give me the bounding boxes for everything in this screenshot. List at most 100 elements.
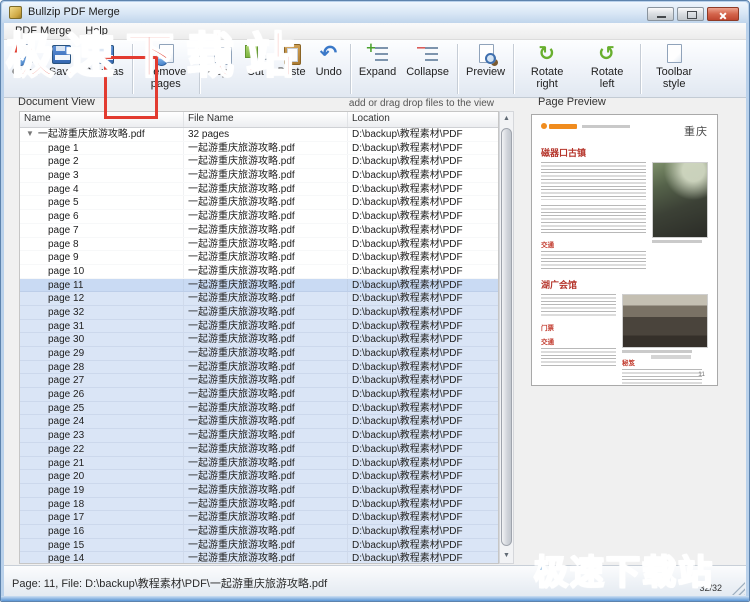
menu-item-pdf-merge[interactable]: PDF Merge — [8, 24, 78, 38]
menu-bar: PDF MergeHelp — [4, 23, 746, 40]
rotate-left-button[interactable]: Rotate left — [577, 42, 637, 91]
table-row[interactable]: page 29一起游重庆旅游攻略.pdfD:\backup\教程素材\PDF — [20, 347, 498, 361]
toolbar-separator — [457, 44, 458, 94]
scrollbar-thumb[interactable] — [501, 128, 512, 546]
column-header-name[interactable]: Name — [20, 112, 184, 127]
column-header-file-name[interactable]: File Name — [184, 112, 348, 127]
table-row[interactable]: page 9一起游重庆旅游攻略.pdfD:\backup\教程素材\PDF — [20, 251, 498, 265]
pdf-photo-caption — [622, 350, 692, 353]
remove-pages-button[interactable]: Remove pages — [136, 42, 196, 91]
table-row[interactable]: page 14一起游重庆旅游攻略.pdfD:\backup\教程素材\PDF — [20, 552, 498, 564]
save-as-button[interactable]: Save as — [79, 42, 129, 79]
maximize-icon — [687, 11, 697, 19]
paste-icon — [280, 43, 304, 66]
toolbar-button-label: Preview — [466, 67, 505, 79]
document-table: Name File Name Location ▼一起游重庆旅游攻略.pdf32… — [19, 111, 499, 564]
pdf-paragraph — [541, 162, 646, 200]
drag-drop-hint: add or drag drop files to the view — [244, 98, 494, 109]
table-row[interactable]: page 20一起游重庆旅游攻略.pdfD:\backup\教程素材\PDF — [20, 470, 498, 484]
cut-button[interactable]: Cut — [238, 42, 272, 79]
table-row[interactable]: page 30一起游重庆旅游攻略.pdfD:\backup\教程素材\PDF — [20, 333, 498, 347]
table-row[interactable]: page 18一起游重庆旅游攻略.pdfD:\backup\教程素材\PDF — [20, 498, 498, 512]
maximize-button[interactable] — [677, 7, 704, 21]
collapse-button[interactable]: Collapse — [401, 42, 454, 79]
table-row[interactable]: page 4一起游重庆旅游攻略.pdfD:\backup\教程素材\PDF — [20, 183, 498, 197]
collapse-arrow-icon[interactable]: ▼ — [26, 128, 34, 140]
minimize-button[interactable] — [647, 7, 674, 21]
save-icon — [49, 43, 73, 66]
table-row[interactable]: page 11一起游重庆旅游攻略.pdfD:\backup\教程素材\PDF — [20, 279, 498, 293]
table-header: Name File Name Location — [20, 112, 498, 128]
pdf-photo-caption — [652, 240, 702, 243]
window-title: Bullzip PDF Merge — [28, 6, 120, 18]
title-bar[interactable]: Bullzip PDF Merge — [2, 2, 748, 23]
toolbar-button-label: Collapse — [406, 67, 449, 79]
toolbar-button-label: Rotate left — [582, 67, 632, 91]
scroll-up-arrow-icon[interactable]: ▲ — [500, 112, 513, 126]
close-button[interactable] — [707, 7, 739, 21]
pdf-paragraph — [541, 294, 616, 318]
table-row[interactable]: page 6一起游重庆旅游攻略.pdfD:\backup\教程素材\PDF — [20, 210, 498, 224]
toolbar-separator — [132, 44, 133, 94]
table-row[interactable]: page 16一起游重庆旅游攻略.pdfD:\backup\教程素材\PDF — [20, 525, 498, 539]
table-row[interactable]: page 2一起游重庆旅游攻略.pdfD:\backup\教程素材\PDF — [20, 155, 498, 169]
table-row[interactable]: page 12一起游重庆旅游攻略.pdfD:\backup\教程素材\PDF — [20, 292, 498, 306]
save-button[interactable]: Save — [44, 42, 79, 79]
table-row[interactable]: page 24一起游重庆旅游攻略.pdfD:\backup\教程素材\PDF — [20, 415, 498, 429]
toolbar-style-button[interactable]: Toolbar style — [644, 42, 704, 91]
menu-item-help[interactable]: Help — [78, 24, 115, 38]
table-row[interactable]: page 23一起游重庆旅游攻略.pdfD:\backup\教程素材\PDF — [20, 429, 498, 443]
table-row[interactable]: page 10一起游重庆旅游攻略.pdfD:\backup\教程素材\PDF — [20, 265, 498, 279]
pdf-photo-ciqikou — [652, 162, 708, 238]
table-row[interactable]: page 25一起游重庆旅游攻略.pdfD:\backup\教程素材\PDF — [20, 402, 498, 416]
page-preview: 重庆 磁器口古镇 交通 湖广会馆 门票 — [531, 114, 718, 386]
table-row[interactable]: page 3一起游重庆旅游攻略.pdfD:\backup\教程素材\PDF — [20, 169, 498, 183]
preview-button[interactable]: Preview — [461, 42, 510, 79]
window-frame: Bullzip PDF Merge PDF MergeHelp OpenSave… — [0, 0, 750, 602]
table-row[interactable]: page 5一起游重庆旅游攻略.pdfD:\backup\教程素材\PDF — [20, 196, 498, 210]
pdf-brand-logo — [541, 123, 630, 129]
toolbar-button-label: Expand — [359, 67, 396, 79]
toolbar-button-label: Save as — [84, 67, 124, 79]
page-preview-label: Page Preview — [538, 96, 606, 108]
app-icon — [9, 6, 22, 19]
resize-grip[interactable] — [732, 582, 745, 595]
toolbar-button-label: Toolbar style — [649, 67, 699, 91]
table-row[interactable]: page 22一起游重庆旅游攻略.pdfD:\backup\教程素材\PDF — [20, 443, 498, 457]
open-button[interactable]: Open — [7, 42, 44, 79]
pdf-photo-huguang — [622, 294, 708, 348]
document-view-label: Document View — [18, 96, 95, 108]
toolbar-button-label: Remove pages — [141, 67, 191, 91]
open-icon — [13, 43, 37, 66]
pdf-region-title: 重庆 — [684, 123, 708, 139]
table-row[interactable]: page 15一起游重庆旅游攻略.pdfD:\backup\教程素材\PDF — [20, 539, 498, 553]
rotate-right-button[interactable]: Rotate right — [517, 42, 577, 91]
table-row[interactable]: page 21一起游重庆旅游攻略.pdfD:\backup\教程素材\PDF — [20, 457, 498, 471]
toolbar: OpenSave Save as Remove pages CopyCutPasteU… — [4, 40, 746, 98]
undo-button[interactable]: Undo — [311, 42, 347, 79]
table-row[interactable]: page 31一起游重庆旅游攻略.pdfD:\backup\教程素材\PDF — [20, 320, 498, 334]
expand-button[interactable]: Expand — [354, 42, 401, 79]
table-row[interactable]: page 32一起游重庆旅游攻略.pdfD:\backup\教程素材\PDF — [20, 306, 498, 320]
table-row-document[interactable]: ▼一起游重庆旅游攻略.pdf32 pagesD:\backup\教程素材\PDF — [20, 128, 498, 142]
table-row[interactable]: page 28一起游重庆旅游攻略.pdfD:\backup\教程素材\PDF — [20, 361, 498, 375]
pdf-page-number: 11 — [698, 371, 705, 378]
scroll-down-arrow-icon[interactable]: ▼ — [500, 549, 513, 563]
table-row[interactable]: page 1一起游重庆旅游攻略.pdfD:\backup\教程素材\PDF — [20, 142, 498, 156]
toolbar-separator — [513, 44, 514, 94]
table-row[interactable]: page 19一起游重庆旅游攻略.pdfD:\backup\教程素材\PDF — [20, 484, 498, 498]
table-row[interactable]: page 7一起游重庆旅游攻略.pdfD:\backup\教程素材\PDF — [20, 224, 498, 238]
table-row[interactable]: page 26一起游重庆旅游攻略.pdfD:\backup\教程素材\PDF — [20, 388, 498, 402]
column-header-location[interactable]: Location — [348, 112, 498, 127]
preview-icon — [474, 43, 498, 66]
copy-button[interactable]: Copy — [203, 42, 239, 79]
status-bar: Page: 11, File: D:\backup\教程素材\PDF\一起游重庆… — [4, 565, 746, 596]
pdf-paragraph — [622, 369, 702, 386]
table-scrollbar[interactable]: ▲ ▼ — [499, 111, 514, 564]
pdf-footer-links — [651, 355, 691, 359]
paste-button[interactable]: Paste — [272, 42, 310, 79]
table-row[interactable]: page 17一起游重庆旅游攻略.pdfD:\backup\教程素材\PDF — [20, 511, 498, 525]
table-row[interactable]: page 8一起游重庆旅游攻略.pdfD:\backup\教程素材\PDF — [20, 238, 498, 252]
save-as-icon — [92, 43, 116, 66]
table-row[interactable]: page 27一起游重庆旅游攻略.pdfD:\backup\教程素材\PDF — [20, 374, 498, 388]
